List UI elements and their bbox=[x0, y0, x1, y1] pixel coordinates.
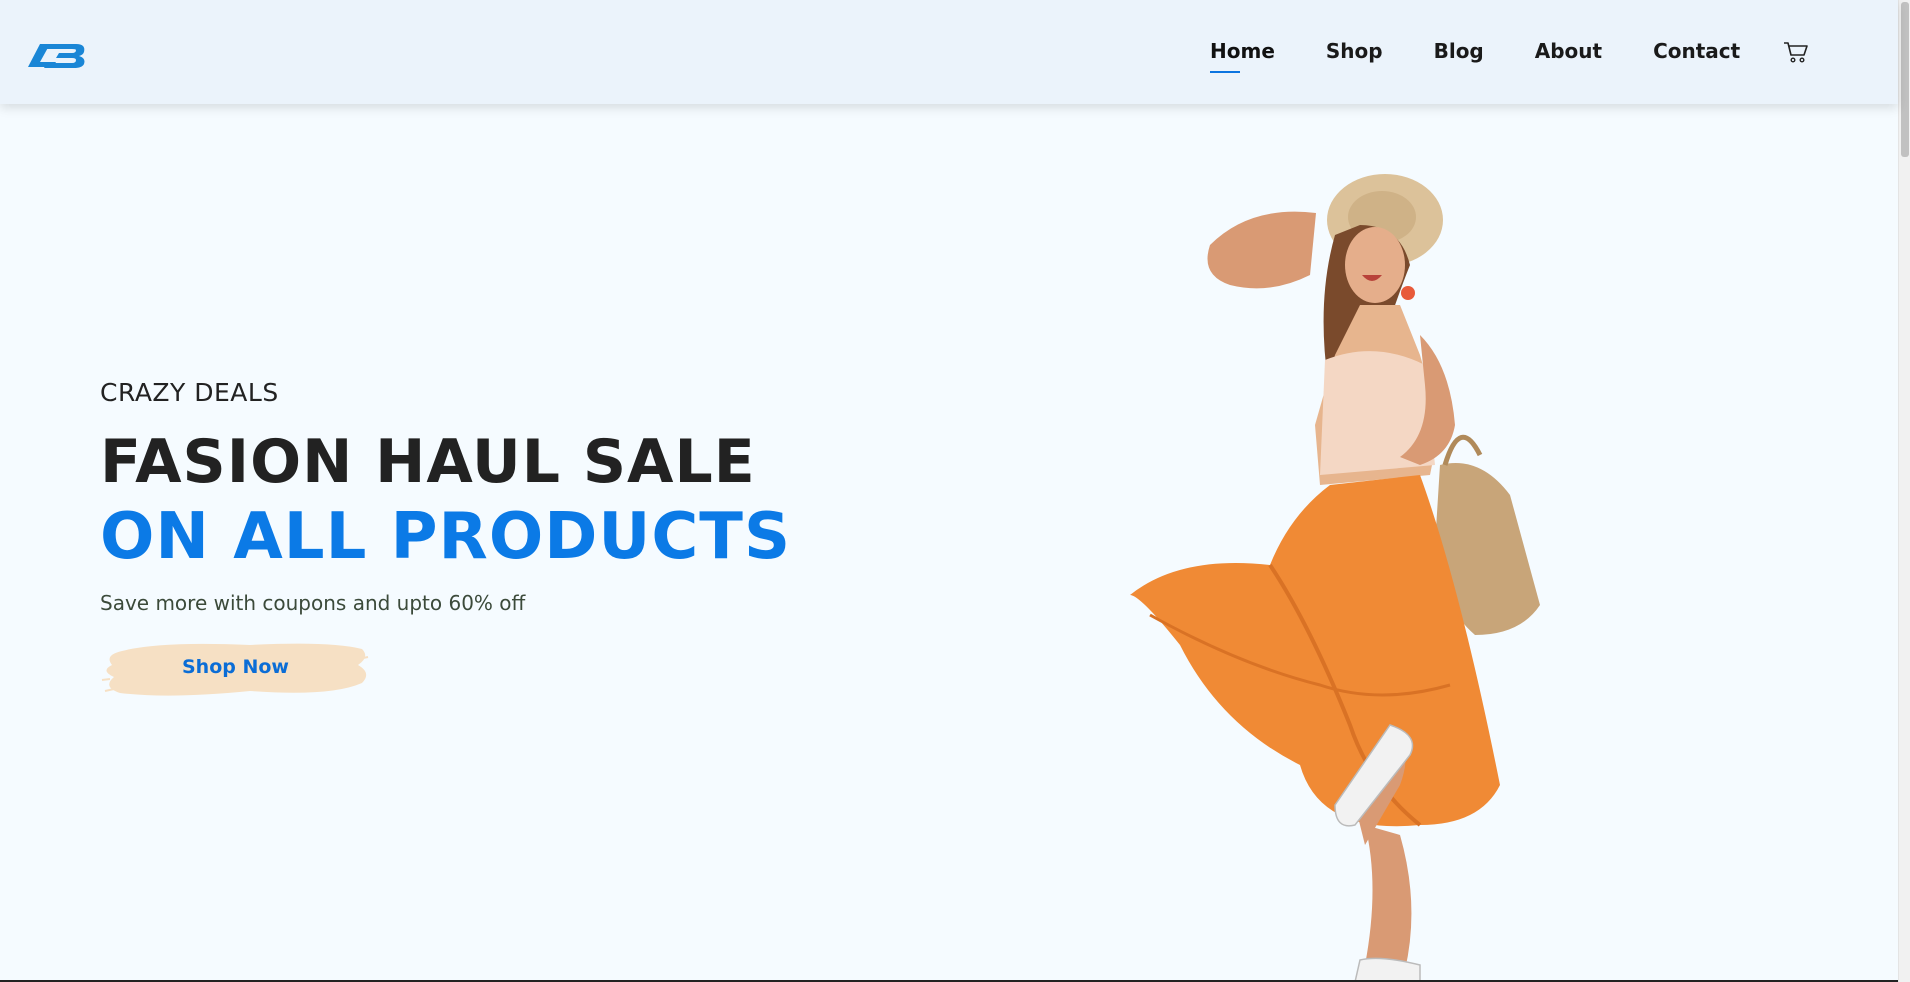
hero-headline-accent: ON ALL PRODUCTS bbox=[100, 500, 792, 574]
hero-subtext: Save more with coupons and upto 60% off bbox=[100, 591, 526, 615]
nav-shop[interactable]: Shop bbox=[1326, 39, 1383, 65]
page: Home Shop Blog About Contact CRAZY DEALS… bbox=[0, 0, 1910, 982]
logo-icon[interactable] bbox=[26, 40, 88, 70]
scrollbar-thumb[interactable] bbox=[1901, 2, 1909, 157]
shop-now-button[interactable]: Shop Now bbox=[100, 639, 370, 699]
site-header: Home Shop Blog About Contact bbox=[0, 0, 1898, 104]
main-nav: Home Shop Blog About Contact bbox=[1210, 0, 1809, 104]
cart-icon[interactable] bbox=[1783, 40, 1809, 64]
nav-about[interactable]: About bbox=[1535, 39, 1602, 65]
nav-contact[interactable]: Contact bbox=[1653, 39, 1740, 65]
nav-blog[interactable]: Blog bbox=[1434, 39, 1484, 65]
hero-kicker: CRAZY DEALS bbox=[100, 378, 279, 407]
hero-model-image bbox=[1130, 174, 1540, 982]
shop-now-label: Shop Now bbox=[182, 656, 289, 678]
hero-text: CRAZY DEALS FASION HAUL SALE ON ALL PROD… bbox=[100, 378, 791, 699]
nav-home[interactable]: Home bbox=[1210, 39, 1275, 73]
vertical-scrollbar[interactable] bbox=[1898, 0, 1910, 982]
hero-headline: FASION HAUL SALE bbox=[100, 427, 756, 497]
